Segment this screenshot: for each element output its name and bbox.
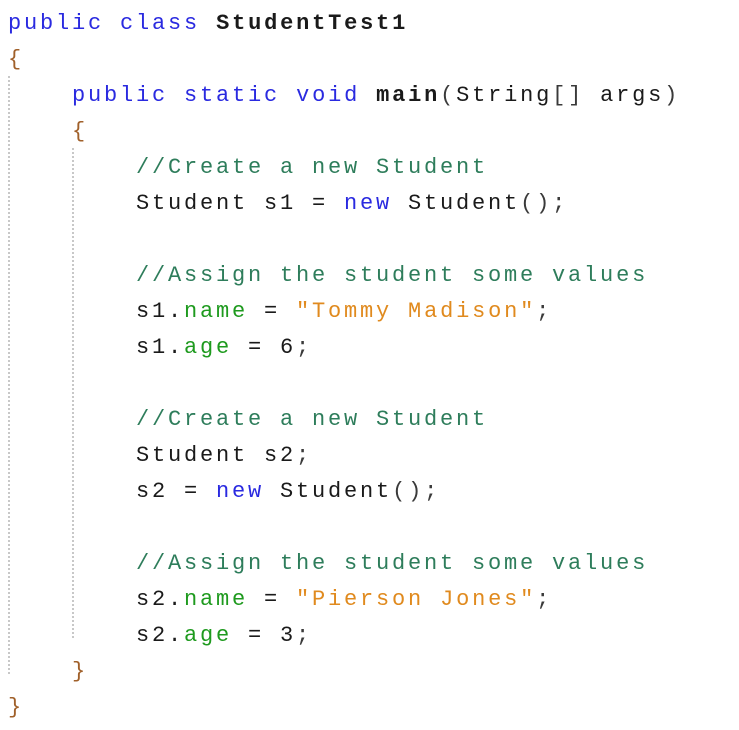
code-token: s2. bbox=[136, 623, 185, 648]
code-line[interactable]: { bbox=[72, 114, 88, 150]
code-token: ; bbox=[296, 623, 313, 648]
code-line[interactable]: public class StudentTest1 bbox=[8, 6, 408, 42]
code-token: String bbox=[456, 83, 553, 108]
code-line[interactable]: //Create a new Student bbox=[136, 402, 488, 438]
code-token: s2. bbox=[136, 587, 185, 612]
code-token: s1. bbox=[136, 299, 185, 324]
code-token: ; bbox=[296, 335, 313, 360]
code-token: //Assign the student some values bbox=[136, 551, 649, 576]
code-token: s1. bbox=[136, 335, 185, 360]
code-token: = bbox=[248, 299, 297, 324]
code-token: name bbox=[184, 299, 249, 324]
code-token: //Create a new Student bbox=[136, 407, 489, 432]
code-token: ; bbox=[296, 443, 313, 468]
code-token: } bbox=[8, 695, 25, 720]
code-token: = 3 bbox=[232, 623, 297, 648]
code-editor[interactable]: public class StudentTest1 { public static … bbox=[0, 0, 739, 730]
code-token: Student bbox=[264, 479, 393, 504]
code-line[interactable]: s2.age = 3; bbox=[136, 618, 312, 654]
code-line[interactable]: s2.name = "Pierson Jones"; bbox=[136, 582, 552, 618]
code-token: ; bbox=[536, 587, 553, 612]
code-line[interactable]: //Assign the student some values bbox=[136, 258, 648, 294]
code-token: = 6 bbox=[232, 335, 297, 360]
code-token: void bbox=[296, 83, 361, 108]
code-line[interactable]: Student s1 = new Student(); bbox=[136, 186, 568, 222]
code-line[interactable]: } bbox=[8, 690, 24, 726]
code-token: { bbox=[8, 47, 25, 72]
code-token: "Pierson Jones" bbox=[296, 587, 537, 612]
code-line[interactable]: //Assign the student some values bbox=[136, 546, 648, 582]
code-token: s2 = bbox=[136, 479, 217, 504]
code-line[interactable]: s2 = new Student(); bbox=[136, 474, 440, 510]
code-token: = bbox=[248, 587, 297, 612]
indent-guide-method bbox=[72, 148, 74, 638]
code-token: (); bbox=[392, 479, 441, 504]
code-line[interactable]: public static void main(String[] args) bbox=[72, 78, 680, 114]
code-token: main bbox=[376, 83, 441, 108]
code-line[interactable]: //Create a new Student bbox=[136, 150, 488, 186]
code-token: (); bbox=[520, 191, 569, 216]
code-token: //Create a new Student bbox=[136, 155, 489, 180]
code-token: public bbox=[72, 83, 169, 108]
code-token: } bbox=[72, 659, 89, 684]
code-token: name bbox=[184, 587, 249, 612]
code-token: Student s1 = bbox=[136, 191, 345, 216]
code-token: public bbox=[8, 11, 105, 36]
code-line[interactable]: Student s2; bbox=[136, 438, 312, 474]
code-token: { bbox=[72, 119, 89, 144]
code-token: args bbox=[584, 83, 665, 108]
code-token: new bbox=[344, 191, 393, 216]
code-token: static bbox=[184, 83, 281, 108]
code-line[interactable]: s1.name = "Tommy Madison"; bbox=[136, 294, 552, 330]
code-token: //Assign the student some values bbox=[136, 263, 649, 288]
code-line[interactable]: { bbox=[8, 42, 24, 78]
code-token: class bbox=[120, 11, 201, 36]
code-token: Student s2 bbox=[136, 443, 297, 468]
code-line[interactable]: s1.age = 6; bbox=[136, 330, 312, 366]
code-token: StudentTest1 bbox=[216, 11, 409, 36]
code-token: [] bbox=[552, 83, 585, 108]
code-token: ( bbox=[440, 83, 457, 108]
code-token: ) bbox=[664, 83, 681, 108]
code-token: "Tommy Madison" bbox=[296, 299, 537, 324]
code-line[interactable]: } bbox=[72, 654, 88, 690]
code-token: age bbox=[184, 335, 233, 360]
code-token: ; bbox=[536, 299, 553, 324]
code-token: new bbox=[216, 479, 265, 504]
code-token: Student bbox=[392, 191, 521, 216]
indent-guide-class bbox=[8, 76, 10, 674]
code-token: age bbox=[184, 623, 233, 648]
